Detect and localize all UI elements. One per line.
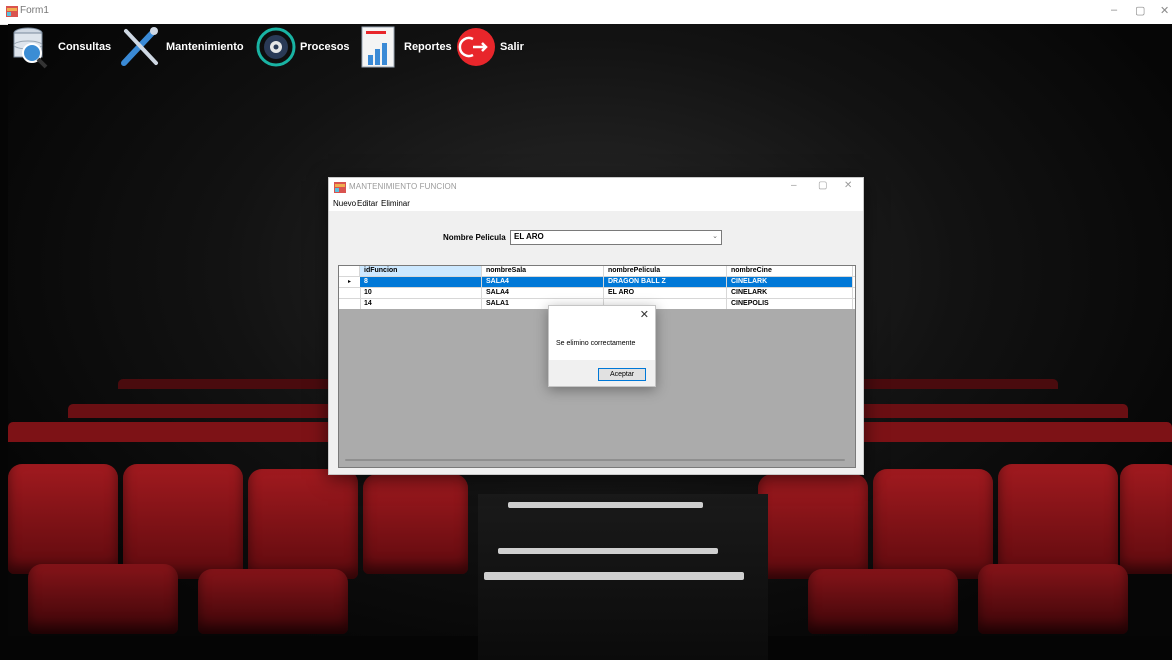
column-header[interactable]: nombrePelicula xyxy=(604,266,727,276)
menu-label: Mantenimiento xyxy=(166,41,244,53)
aisle-step xyxy=(484,572,744,580)
seat xyxy=(758,474,868,579)
row-indicator xyxy=(339,299,361,309)
menu-label: Procesos xyxy=(300,41,350,53)
exit-icon xyxy=(457,28,495,66)
cell-nombrepelicula[interactable]: DRAGON BALL Z xyxy=(604,277,727,287)
cell-nombrepelicula[interactable]: EL ARO xyxy=(604,288,727,298)
table-row[interactable]: 10 SALA4 EL ARO CINELARK xyxy=(339,287,855,298)
menu-procesos[interactable]: Procesos xyxy=(256,24,350,70)
minimize-button[interactable]: – xyxy=(791,180,797,191)
report-chart-icon xyxy=(361,26,395,68)
gear-sync-icon xyxy=(256,27,296,67)
menu-label: Reportes xyxy=(404,41,452,53)
window-title: MANTENIMIENTO FUNCION xyxy=(349,182,457,191)
seat-row xyxy=(118,379,348,389)
seat-row xyxy=(8,422,338,442)
app-icon xyxy=(6,6,18,17)
message-footer: Aceptar xyxy=(549,360,655,386)
menu-salir[interactable]: Salir xyxy=(456,24,524,70)
column-header[interactable]: nombreSala xyxy=(482,266,604,276)
row-indicator xyxy=(339,288,361,298)
horizontal-scrollbar[interactable] xyxy=(345,459,845,461)
message-box: ✕ Se elimino correctamente Aceptar xyxy=(548,305,656,387)
pelicula-combobox[interactable]: EL ARO ⌄ xyxy=(510,230,722,245)
seat xyxy=(363,474,468,574)
window-menubar: Nuevo Editar Eliminar xyxy=(329,197,863,211)
pelicula-label: Nombre Pelicula xyxy=(443,233,506,242)
message-text: Se elimino correctamente xyxy=(556,340,636,347)
close-button[interactable]: ✕ xyxy=(1160,4,1169,17)
menu-reportes[interactable]: Reportes xyxy=(360,24,452,70)
maximize-button[interactable]: ▢ xyxy=(1135,4,1145,17)
table-row[interactable]: ▸ 8 SALA4 DRAGON BALL Z CINELARK xyxy=(339,276,855,287)
minimize-button[interactable]: – xyxy=(1111,4,1117,16)
menu-editar[interactable]: Editar xyxy=(357,199,378,208)
seat xyxy=(978,564,1128,634)
form1-title: Form1 xyxy=(20,5,49,16)
seat xyxy=(873,469,993,579)
seat xyxy=(28,564,178,634)
database-search-icon xyxy=(13,27,48,69)
aisle-step xyxy=(508,502,703,508)
close-icon[interactable]: ✕ xyxy=(640,308,649,321)
grid-header: idFuncion nombreSala nombrePelicula nomb… xyxy=(339,266,855,276)
menu-eliminar[interactable]: Eliminar xyxy=(381,199,410,208)
column-header[interactable]: idFuncion xyxy=(360,266,482,276)
menu-consultas[interactable]: Consultas xyxy=(10,24,111,70)
seat xyxy=(8,464,118,574)
menu-label: Consultas xyxy=(58,41,112,53)
form1-titlebar: Form1 – ▢ ✕ xyxy=(0,0,1172,25)
seat-row xyxy=(828,422,1172,442)
cell-nombrecine[interactable]: CINELARK xyxy=(727,277,853,287)
window-titlebar[interactable]: MANTENIMIENTO FUNCION – ▢ ✕ xyxy=(329,178,863,197)
seat xyxy=(808,569,958,634)
seat xyxy=(198,569,348,634)
chevron-down-icon[interactable]: ⌄ xyxy=(712,232,718,240)
cell-nombresala[interactable]: SALA4 xyxy=(482,288,604,298)
seat xyxy=(1120,464,1172,574)
seat-row xyxy=(828,404,1128,418)
cell-idfuncion[interactable]: 8 xyxy=(360,277,482,287)
menu-label: Salir xyxy=(500,41,524,53)
close-button[interactable]: ✕ xyxy=(844,180,852,191)
menu-nuevo[interactable]: Nuevo xyxy=(333,199,356,208)
cell-nombresala[interactable]: SALA4 xyxy=(482,277,604,287)
menu-mantenimiento[interactable]: Mantenimiento xyxy=(118,24,244,70)
tools-icon xyxy=(121,27,158,66)
maximize-button[interactable]: ▢ xyxy=(818,180,827,191)
row-indicator: ▸ xyxy=(339,277,361,287)
cell-nombrecine[interactable]: CINELARK xyxy=(727,288,853,298)
cell-idfuncion[interactable]: 14 xyxy=(360,299,482,309)
aisle-step xyxy=(498,548,718,554)
aceptar-button[interactable]: Aceptar xyxy=(598,368,646,381)
cell-idfuncion[interactable]: 10 xyxy=(360,288,482,298)
cell-nombrecine[interactable]: CINEPOLIS xyxy=(727,299,853,309)
seat xyxy=(123,464,243,579)
combobox-value: EL ARO xyxy=(514,232,544,241)
column-header[interactable]: nombreCine xyxy=(727,266,853,276)
app-icon xyxy=(334,182,346,193)
seat-row xyxy=(68,404,348,418)
seat xyxy=(998,464,1118,579)
row-header-corner xyxy=(339,266,360,276)
seat xyxy=(248,469,358,579)
